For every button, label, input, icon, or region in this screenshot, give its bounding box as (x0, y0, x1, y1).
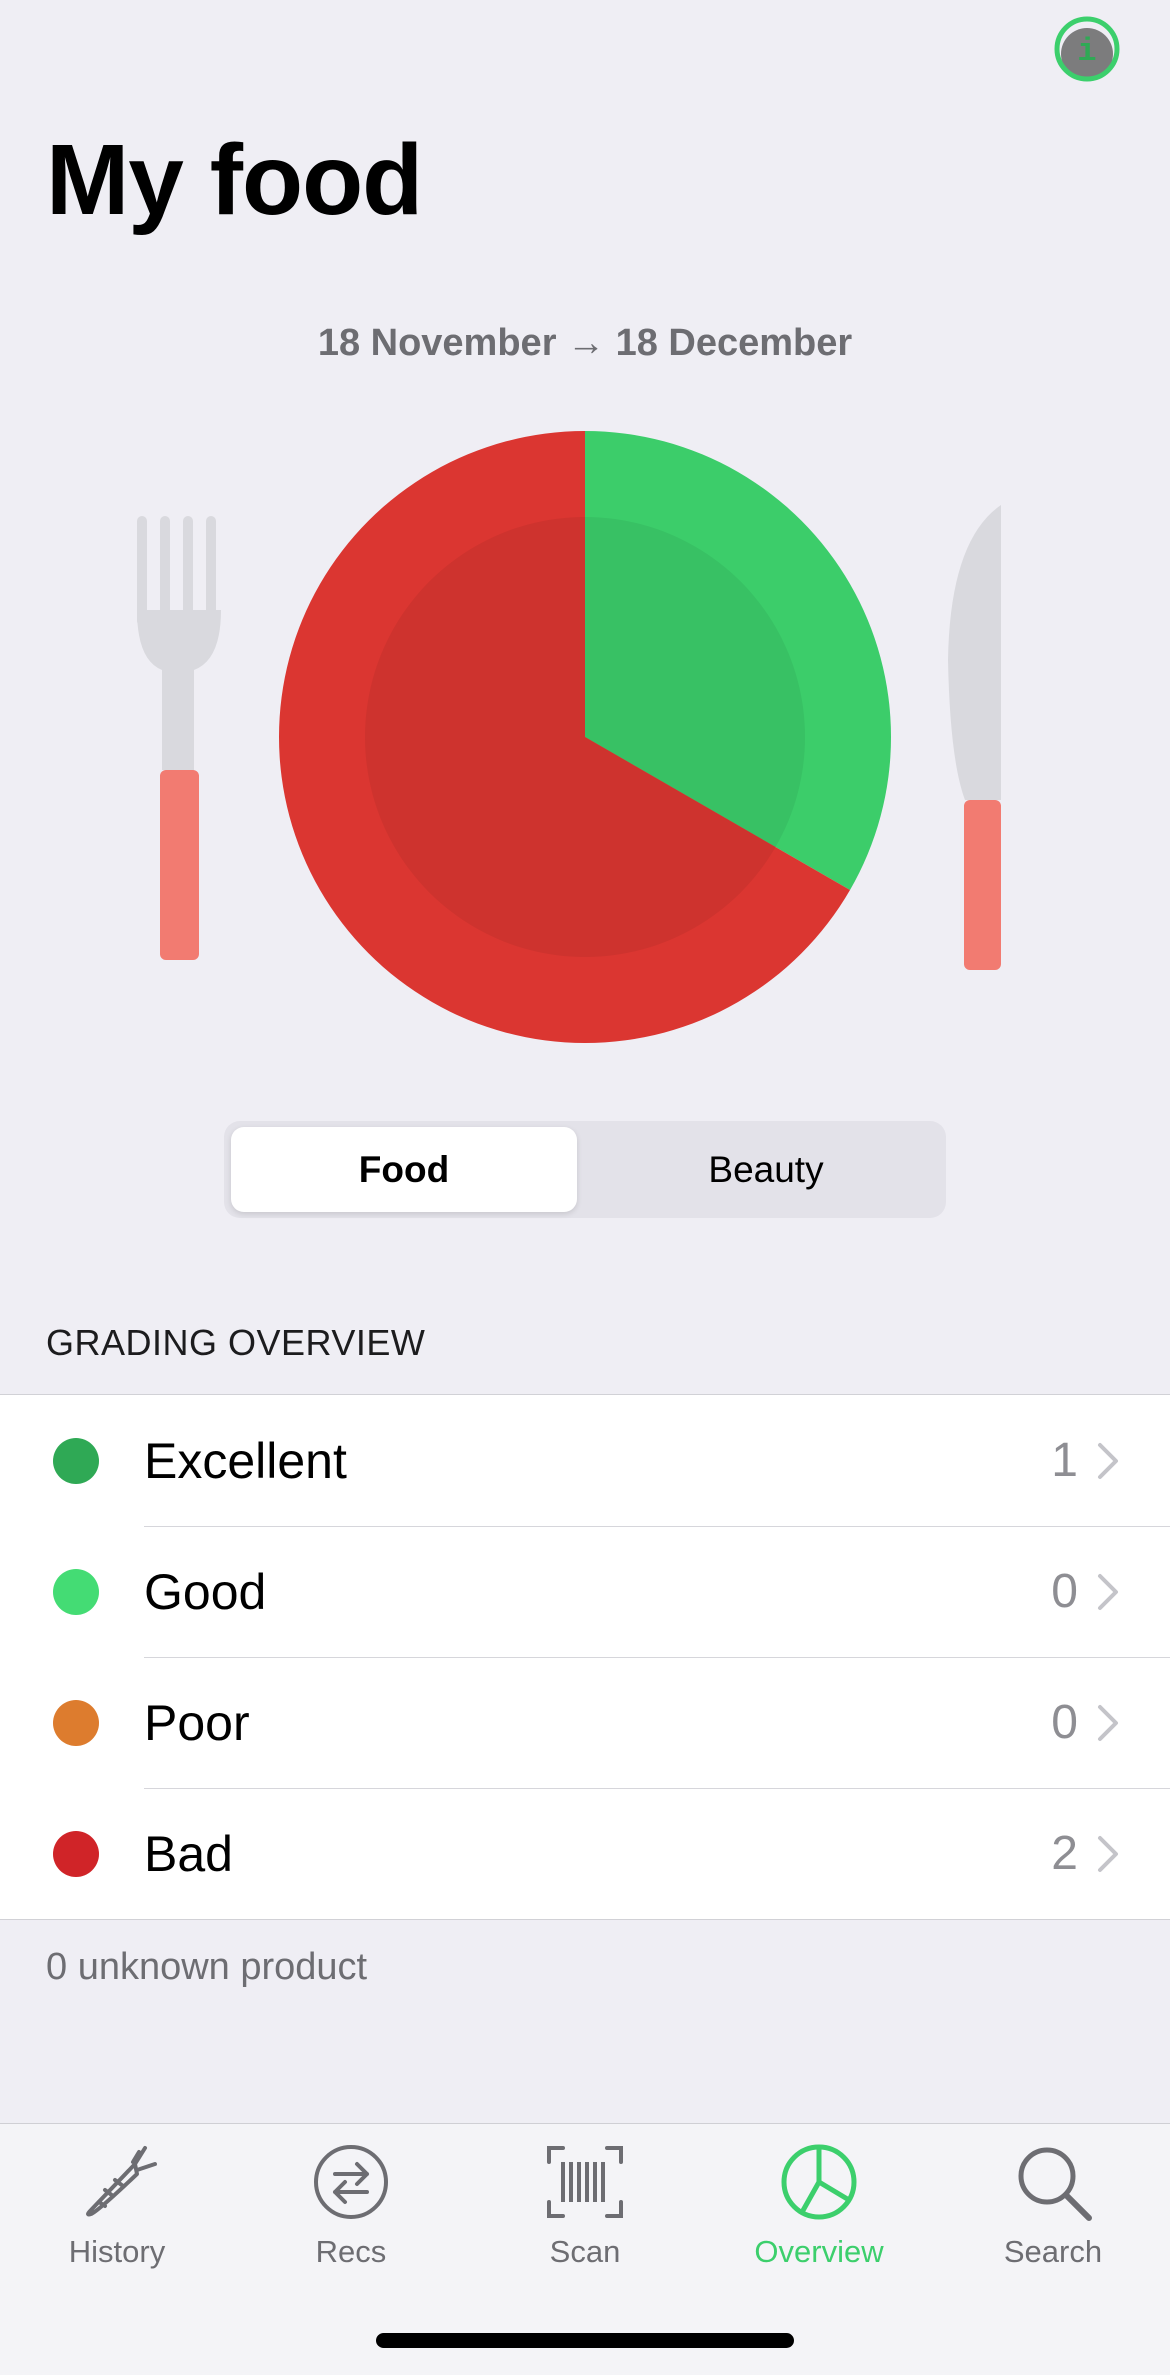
tab-label: Overview (754, 2234, 884, 2269)
grading-list: Excellent 1 Good 0 Poor 0 Bad 2 (0, 1394, 1170, 1920)
tab-label: Recs (315, 2234, 387, 2269)
pie-chart-icon (781, 2144, 857, 2220)
grading-row-good[interactable]: Good 0 (0, 1526, 1170, 1657)
knife-icon (948, 505, 1001, 970)
plate-chart-area (0, 420, 1170, 1060)
grade-dot-bad (53, 1830, 99, 1877)
tab-search[interactable]: Search (936, 2124, 1170, 2294)
plate-chart (137, 431, 1001, 1043)
section-header-grading: GRADING OVERVIEW (46, 1322, 426, 1363)
unknown-products-note: 0 unknown product (46, 1946, 368, 1988)
grade-dot-excellent (53, 1437, 99, 1484)
grade-label: Poor (144, 1694, 250, 1751)
tab-label: Search (1003, 2234, 1103, 2269)
grade-label: Good (144, 1563, 267, 1620)
swap-arrows-icon (314, 2145, 388, 2219)
grade-dot-poor (53, 1699, 99, 1746)
tab-label: History (68, 2234, 166, 2269)
category-segmented-control[interactable]: Food Beauty (224, 1121, 946, 1218)
date-range: 18 November → 18 December (317, 322, 853, 364)
pie-chart (278, 431, 891, 1043)
chevron-right-icon (1098, 1573, 1118, 1610)
tab-label: Scan (549, 2234, 621, 2269)
grade-label: Excellent (144, 1432, 347, 1489)
grade-label: Bad (144, 1825, 233, 1882)
tab-recs[interactable]: Recs (234, 2124, 468, 2294)
grade-count: 1 (1051, 1434, 1078, 1487)
tab-scan[interactable]: Scan (468, 2124, 702, 2294)
chevron-right-icon (1098, 1704, 1118, 1741)
page-title: My food (46, 124, 423, 236)
carrot-icon (86, 2146, 157, 2217)
fork-icon (137, 516, 221, 960)
chevron-right-icon (1098, 1835, 1118, 1872)
grading-row-bad[interactable]: Bad 2 (0, 1788, 1170, 1919)
tab-history[interactable]: History (0, 2124, 234, 2294)
info-icon: i (1054, 16, 1120, 82)
search-icon (1018, 2147, 1092, 2221)
chevron-right-icon (1098, 1442, 1118, 1479)
grading-row-excellent[interactable]: Excellent 1 (0, 1395, 1170, 1526)
grade-count: 0 (1051, 1696, 1078, 1749)
grade-count: 0 (1051, 1565, 1078, 1618)
grading-row-poor[interactable]: Poor 0 (0, 1657, 1170, 1788)
home-indicator (376, 2333, 794, 2348)
grade-dot-good (53, 1568, 99, 1615)
segment-food[interactable]: Food (231, 1127, 577, 1212)
grade-count: 2 (1051, 1827, 1078, 1880)
barcode-icon (547, 2146, 623, 2218)
segment-beauty[interactable]: Beauty (593, 1127, 939, 1212)
info-button[interactable]: i (1052, 14, 1122, 84)
tab-overview[interactable]: Overview (702, 2124, 936, 2294)
svg-text:i: i (1077, 33, 1096, 70)
